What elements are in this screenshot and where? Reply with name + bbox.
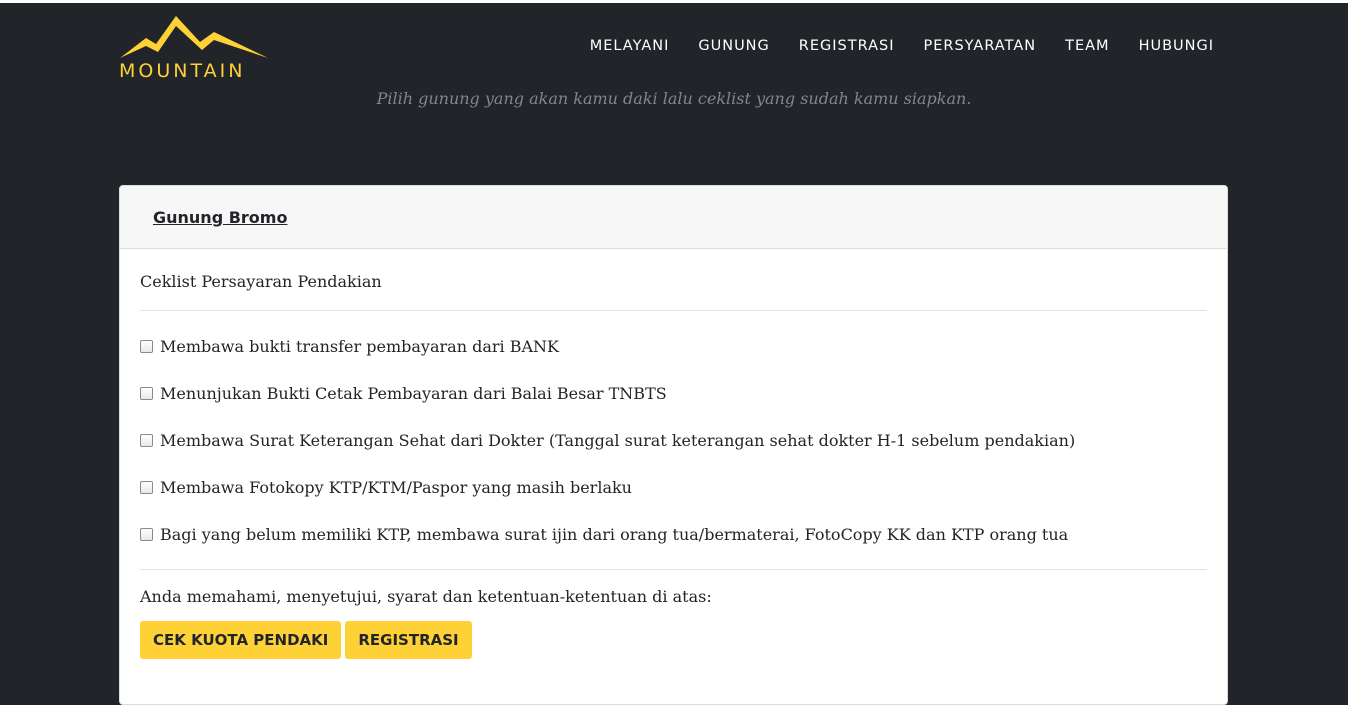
page-subtitle: Pilih gunung yang akan kamu daki lalu ce… (376, 89, 972, 108)
checkbox[interactable] (140, 481, 153, 494)
checklist-item: Bagi yang belum memiliki KTP, membawa su… (140, 516, 1207, 565)
nav-item-registrasi[interactable]: REGISTRASI (799, 38, 895, 54)
checkbox[interactable] (140, 340, 153, 353)
nav-item-team[interactable]: TEAM (1065, 38, 1109, 54)
top-border (0, 0, 1348, 3)
nav-item-hubungi[interactable]: HUBUNGI (1139, 38, 1214, 54)
checklist-item-label: Menunjukan Bukti Cetak Pembayaran dari B… (160, 384, 667, 403)
check-quota-button[interactable]: CEK KUOTA PENDAKI (140, 621, 342, 659)
checklist: Membawa bukti transfer pembayaran dari B… (140, 328, 1207, 565)
checklist-heading: Ceklist Persayaran Pendakian (140, 272, 382, 291)
register-button[interactable]: REGISTRASI (345, 621, 472, 659)
nav-item-persyaratan[interactable]: PERSYARATAN (923, 38, 1036, 54)
nav-item-melayani[interactable]: MELAYANI (590, 38, 670, 54)
nav-item-gunung[interactable]: GUNUNG (698, 38, 769, 54)
checkbox[interactable] (140, 434, 153, 447)
agreement-text: Anda memahami, menyetujui, syarat dan ke… (140, 587, 712, 606)
checklist-item-label: Membawa Surat Keterangan Sehat dari Dokt… (160, 431, 1076, 450)
checklist-item: Membawa Surat Keterangan Sehat dari Dokt… (140, 422, 1207, 471)
checklist-item: Membawa bukti transfer pembayaran dari B… (140, 328, 1207, 377)
brand-name[interactable]: MOUNTAIN (119, 60, 245, 82)
checklist-item-label: Membawa bukti transfer pembayaran dari B… (160, 337, 559, 356)
checkbox[interactable] (140, 528, 153, 541)
divider (140, 310, 1207, 311)
mountain-card: Gunung Bromo Ceklist Persayaran Pendakia… (119, 185, 1228, 705)
checklist-item-label: Membawa Fotokopy KTP/KTM/Paspor yang mas… (160, 478, 632, 497)
divider (140, 569, 1207, 570)
checklist-item: Menunjukan Bukti Cetak Pembayaran dari B… (140, 375, 1207, 424)
checklist-item: Membawa Fotokopy KTP/KTM/Paspor yang mas… (140, 469, 1207, 518)
card-header: Gunung Bromo (120, 186, 1227, 249)
button-row: CEK KUOTA PENDAKI REGISTRASI (140, 621, 1207, 659)
card-title: Gunung Bromo (153, 208, 288, 227)
main-nav: MELAYANI GUNUNG REGISTRASI PERSYARATAN T… (561, 38, 1214, 54)
checkbox[interactable] (140, 387, 153, 400)
checklist-item-label: Bagi yang belum memiliki KTP, membawa su… (160, 525, 1069, 544)
card-body: Ceklist Persayaran Pendakian Membawa buk… (120, 272, 1227, 659)
